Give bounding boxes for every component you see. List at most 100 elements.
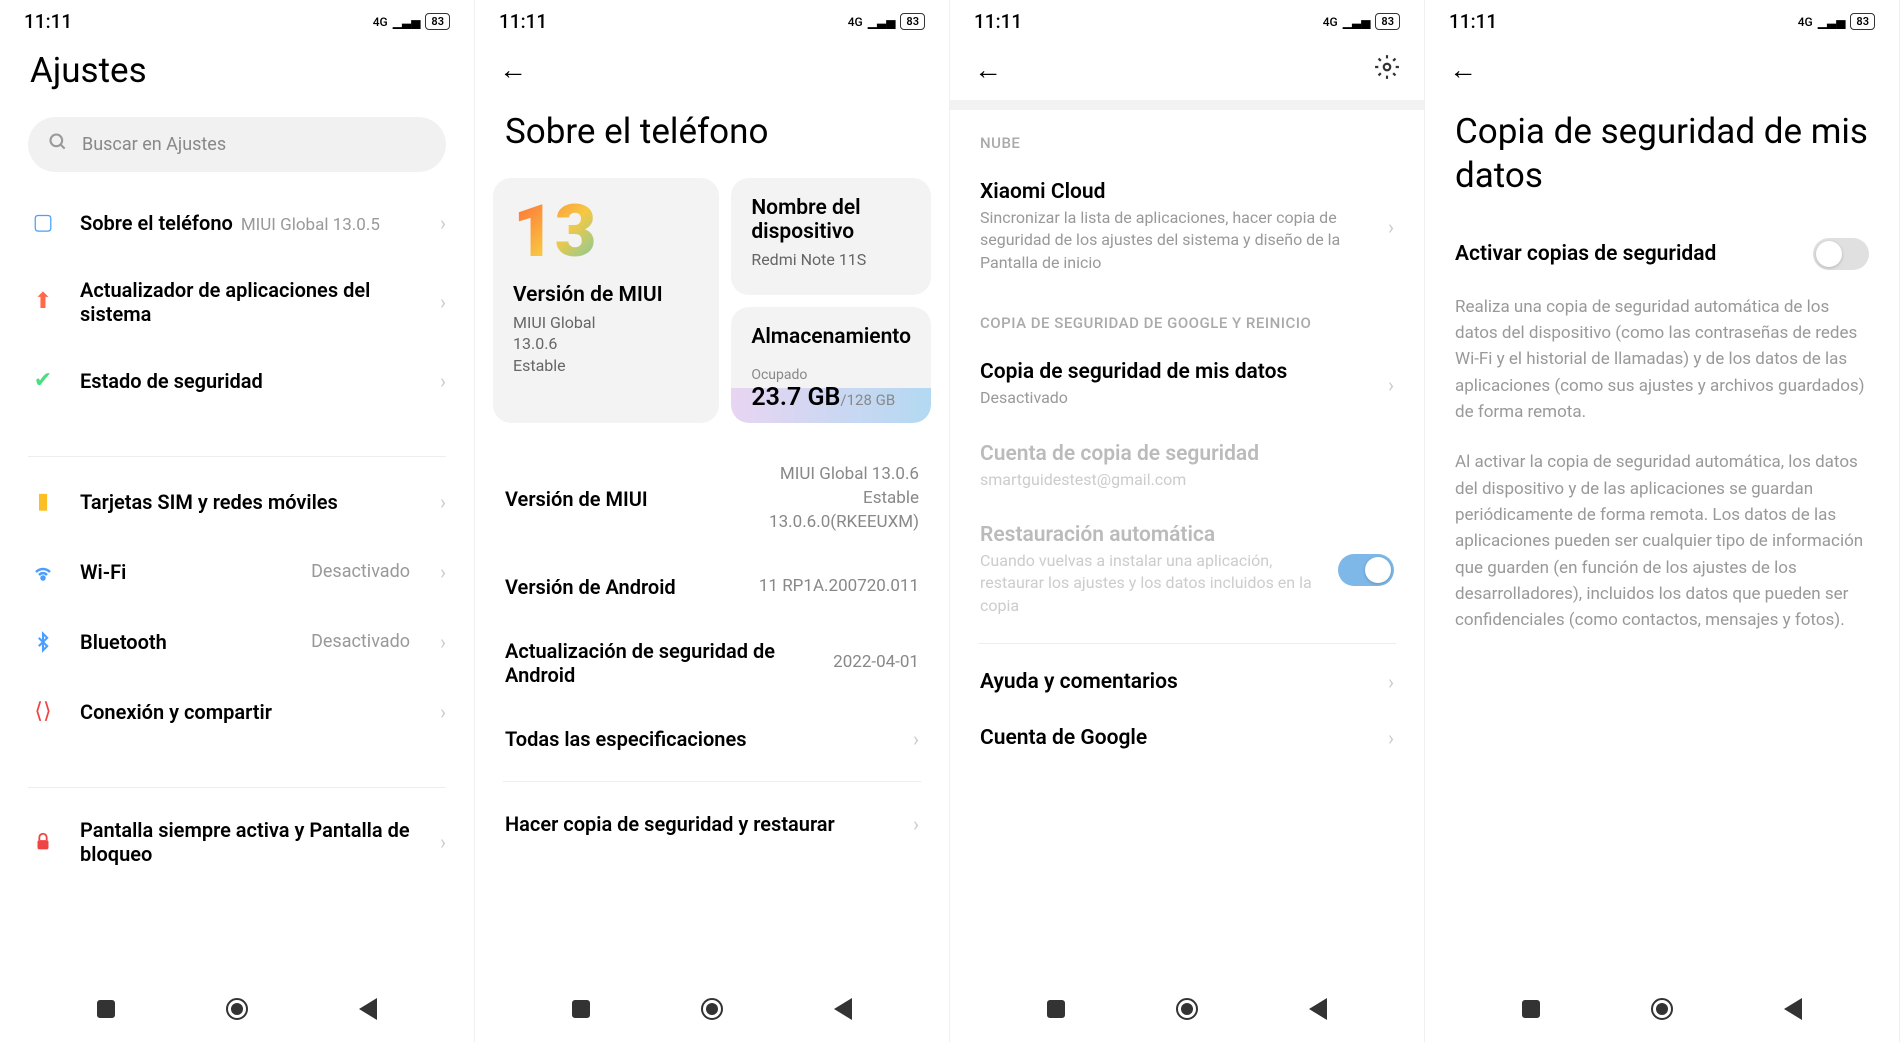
nav-recents[interactable] [91,994,121,1024]
chevron-icon: › [440,630,446,654]
info-miui-v2: Estable [769,487,919,511]
screen-settings: 11:11 4G ▁▃▅ 83 Ajustes Buscar en Ajuste… [0,0,475,1042]
nav-back[interactable] [353,994,383,1024]
search-input[interactable]: Buscar en Ajustes [28,117,446,172]
label-bluetooth: Bluetooth [80,630,289,654]
item-security-status[interactable]: ✔ Estado de seguridad › [0,346,474,416]
back-button[interactable]: ← [1449,53,1477,86]
search-placeholder: Buscar en Ajustes [82,134,226,155]
card-miui-title: Versión de MIUI [513,283,699,307]
item-sim[interactable]: ▮ Tarjetas SIM y redes móviles › [0,467,474,537]
storage-used: 23.7 GB [751,383,840,412]
signal-icon: ▁▃▅ [868,15,896,29]
row-all-specs[interactable]: Todas las especificaciones › [475,707,949,771]
nav-bar [950,976,1424,1042]
card-storage[interactable]: Almacenamiento Ocupado 23.7 GB/128 GB [731,307,931,424]
status-time: 11:11 [1449,10,1497,33]
lock-icon [28,827,58,857]
nav-recents[interactable] [1041,994,1071,1024]
phone-icon: ▢ [28,208,58,238]
nav-back[interactable] [828,994,858,1024]
value-bluetooth: Desactivado [311,631,410,652]
label-wifi: Wi-Fi [80,560,289,584]
backup-data-desc: Desactivado [980,387,1374,409]
nav-bar [475,976,949,1042]
info-patch-value: 2022-04-01 [833,651,919,675]
topbar: ← [950,39,1424,100]
cloud-title: Xiaomi Cloud [980,180,1374,204]
row-security-patch[interactable]: Actualización de seguridad de Android 20… [475,619,949,707]
status-time: 11:11 [499,10,547,33]
bluetooth-icon [28,627,58,657]
row-auto-restore: Restauración automática Cuando vuelvas a… [950,507,1424,633]
info-specs-label: Todas las especificaciones [505,727,913,751]
row-backup-account[interactable]: Cuenta de copia de seguridad smartguides… [950,426,1424,507]
item-connection-share[interactable]: ⟨⟩ Conexión y compartir › [0,677,474,747]
chevron-icon: › [440,700,446,724]
nav-home[interactable] [1647,994,1677,1024]
toggle-activate-backups[interactable] [1813,238,1869,270]
item-about-phone[interactable]: ▢ Sobre el teléfonoMIUI Global 13.0.5 › [0,188,474,258]
storage-label: Ocupado [751,367,911,383]
nav-home[interactable] [222,994,252,1024]
row-miui-version[interactable]: Versión de MIUI MIUI Global 13.0.6Establ… [475,443,949,554]
label-lockscreen: Pantalla siempre activa y Pantalla de bl… [80,818,418,866]
screen-backup-my-data: 11:11 4G ▁▃▅ 83 ← Copia de seguridad de … [1425,0,1900,1042]
card-device-name[interactable]: Nombre del dispositivo Redmi Note 11S [731,178,931,295]
chevron-icon: › [440,490,446,514]
info-android-value: 11 RP1A.200720.011 [759,575,919,599]
card-miui-version[interactable]: 13 Versión de MIUI MIUI Global 13.0.6 Es… [493,178,719,424]
chevron-icon: › [1388,670,1394,694]
label-sim: Tarjetas SIM y redes móviles [80,490,418,514]
search-icon [48,132,68,157]
storage-title: Almacenamiento [751,325,911,349]
update-icon: ⬆ [28,287,58,317]
status-bar: 11:11 4G ▁▃▅ 83 [1425,0,1899,39]
back-button[interactable]: ← [974,53,1002,86]
row-backup-my-data[interactable]: Copia de seguridad de mis datos Desactiv… [950,344,1424,425]
nav-home[interactable] [697,994,727,1024]
device-sub: Redmi Note 11S [751,249,911,271]
row-google-account[interactable]: Cuenta de Google › [950,710,1424,766]
miui-logo: 13 [513,200,699,265]
network-icon: 4G [373,15,388,29]
row-backup-restore[interactable]: Hacer copia de seguridad y restaurar › [475,792,949,856]
nav-back[interactable] [1303,994,1333,1024]
nav-back[interactable] [1778,994,1808,1024]
description-para1: Realiza una copia de seguridad automátic… [1425,286,1899,442]
chevron-icon: › [913,812,919,836]
status-indicators: 4G ▁▃▅ 83 [1798,13,1875,30]
row-help-feedback[interactable]: Ayuda y comentarios › [950,654,1424,710]
info-miui-v3: 13.0.6.0(RKEEUXM) [769,511,919,535]
status-bar: 11:11 4G ▁▃▅ 83 [950,0,1424,39]
item-lockscreen[interactable]: Pantalla siempre activa y Pantalla de bl… [0,798,474,886]
card-miui-sub1: MIUI Global [513,312,699,334]
nav-recents[interactable] [566,994,596,1024]
storage-total: /128 GB [840,391,895,409]
back-button[interactable]: ← [499,53,527,86]
status-indicators: 4G ▁▃▅ 83 [1323,13,1400,30]
section-google: COPIA DE SEGURIDAD DE GOOGLE Y REINICIO [950,290,1424,344]
screen-backup-restore: 11:11 4G ▁▃▅ 83 ← NUBE Xiaomi Cloud Sinc… [950,0,1425,1042]
row-android-version[interactable]: Versión de Android 11 RP1A.200720.011 [475,555,949,619]
description-para2: Al activar la copia de seguridad automát… [1425,441,1899,649]
item-system-updater[interactable]: ⬆ Actualizador de aplicaciones del siste… [0,258,474,346]
toggle-auto-restore[interactable] [1338,554,1394,586]
chevron-icon: › [440,211,446,235]
item-wifi[interactable]: Wi-Fi Desactivado › [0,537,474,607]
google-title: Cuenta de Google [980,726,1374,750]
item-bluetooth[interactable]: Bluetooth Desactivado › [0,607,474,677]
nav-home[interactable] [1172,994,1202,1024]
status-bar: 11:11 4G ▁▃▅ 83 [475,0,949,39]
row-xiaomi-cloud[interactable]: Xiaomi Cloud Sincronizar la lista de apl… [950,164,1424,290]
status-bar: 11:11 4G ▁▃▅ 83 [0,0,474,39]
device-title: Nombre del dispositivo [751,196,911,244]
account-title: Cuenta de copia de seguridad [980,442,1394,466]
status-time: 11:11 [24,10,72,33]
battery-icon: 83 [1850,13,1875,30]
gear-icon[interactable] [1374,54,1400,86]
battery-icon: 83 [1375,13,1400,30]
nav-recents[interactable] [1516,994,1546,1024]
topbar: ← [1425,39,1899,100]
label-updater: Actualizador de aplicaciones del sistema [80,278,418,326]
